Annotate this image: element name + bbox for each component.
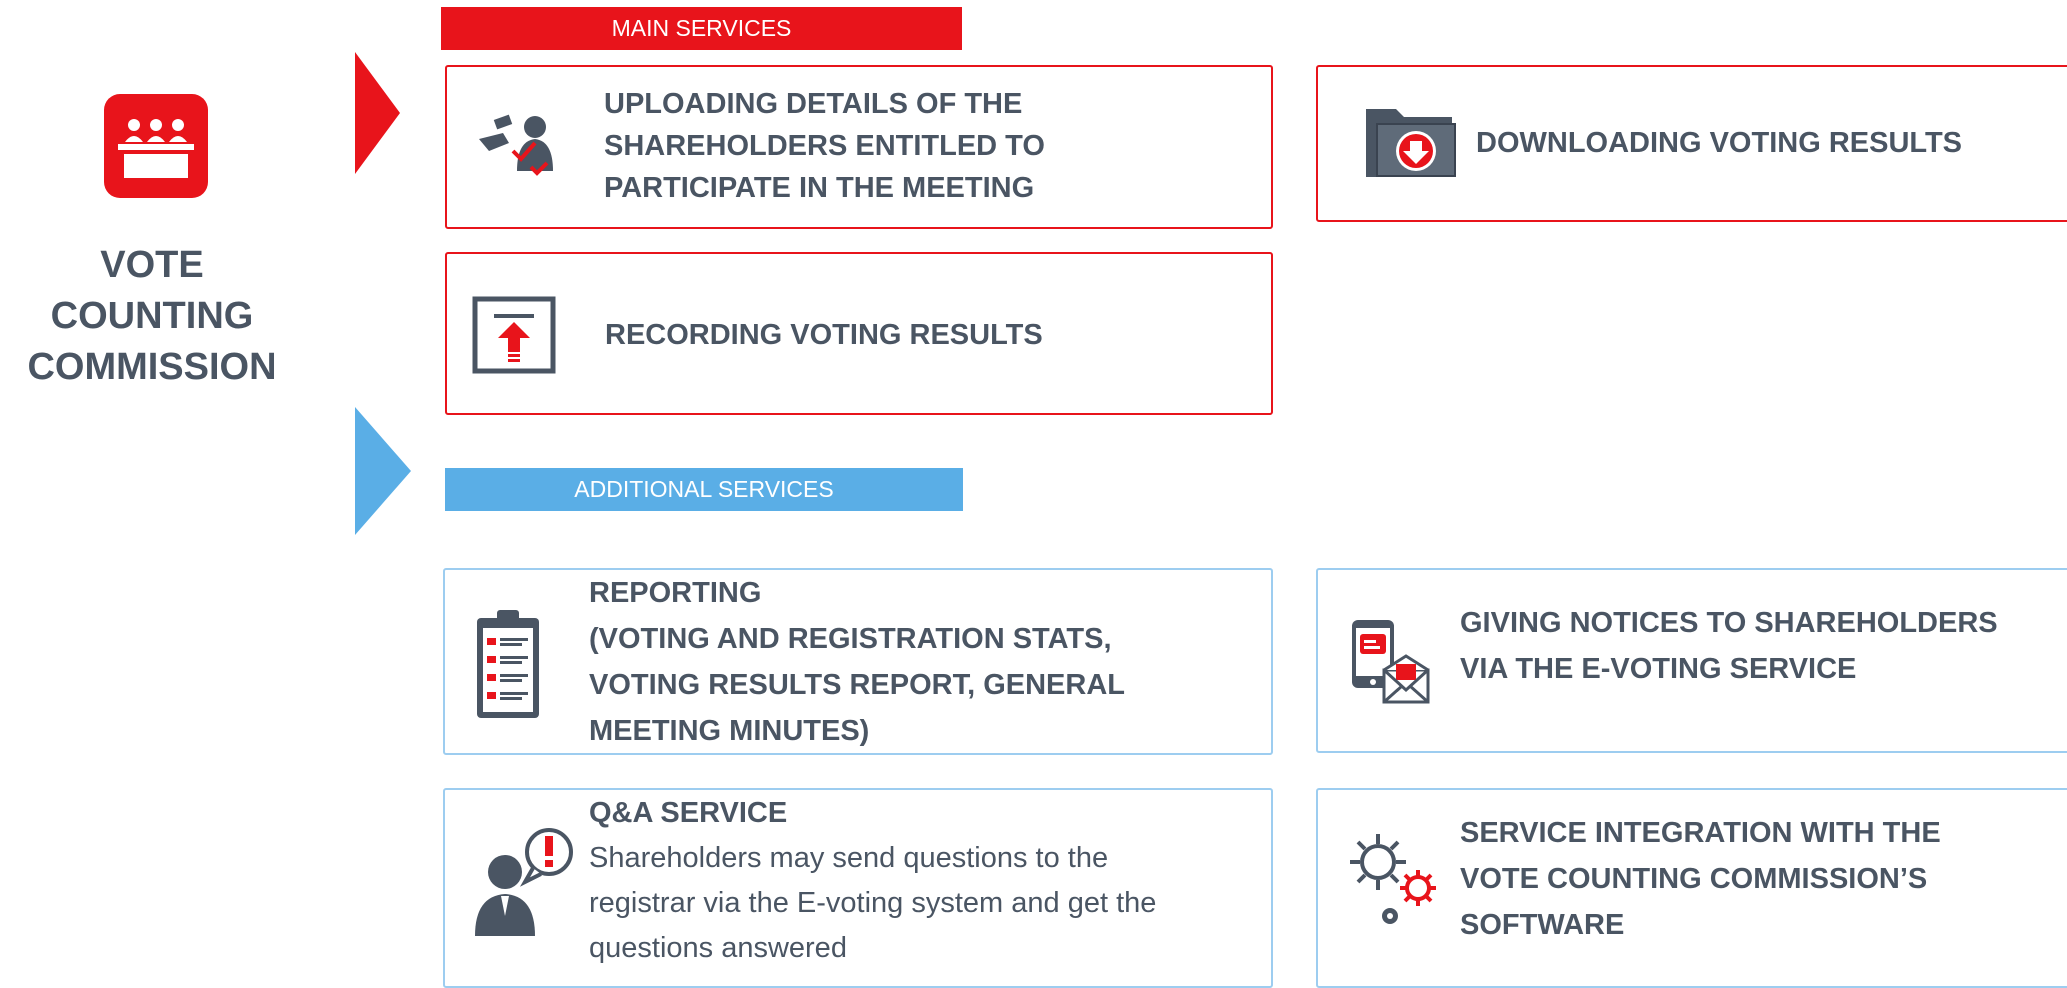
- card-recording-results: RECORDING VOTING RESULTS: [445, 252, 1273, 415]
- card-line: VOTE COUNTING COMMISSION’S: [1460, 863, 1928, 895]
- card-title: Q&A SERVICE: [589, 797, 788, 829]
- clipboard-report-icon: [475, 608, 541, 725]
- card-service-integration: SERVICE INTEGRATION WITH THE VOTE COUNTI…: [1316, 788, 2067, 988]
- card-line: SERVICE INTEGRATION WITH THE: [1460, 817, 1941, 849]
- upload-shareholders-icon: [473, 109, 557, 186]
- main-services-header: MAIN SERVICES: [441, 7, 962, 50]
- card-line: registrar via the E-voting system and ge…: [589, 887, 1157, 919]
- card-downloading-results: DOWNLOADING VOTING RESULTS: [1316, 65, 2067, 222]
- upload-box-icon: [472, 296, 556, 379]
- vote-counting-commission-title: VOTE COUNTING COMMISSION: [27, 244, 277, 388]
- card-giving-notices: GIVING NOTICES TO SHAREHOLDERS VIA THE E…: [1316, 568, 2067, 753]
- card-line: RECORDING VOTING RESULTS: [605, 319, 1043, 351]
- card-line: GIVING NOTICES TO SHAREHOLDERS: [1460, 607, 1998, 639]
- card-line: UPLOADING DETAILS OF THE: [604, 88, 1023, 120]
- card-qa-service: Q&A SERVICE Shareholders may send questi…: [443, 788, 1273, 988]
- card-title: REPORTING: [589, 577, 762, 609]
- card-line: VOTING RESULTS REPORT, GENERAL: [589, 669, 1126, 701]
- card-line: DOWNLOADING VOTING RESULTS: [1476, 127, 1963, 159]
- card-line: SHAREHOLDERS ENTITLED TO: [604, 130, 1045, 162]
- card-line: MEETING MINUTES): [589, 715, 870, 747]
- card-reporting: REPORTING (VOTING AND REGISTRATION STATS…: [443, 568, 1273, 755]
- additional-services-arrow: [355, 407, 411, 535]
- gears-icon: [1344, 826, 1448, 941]
- card-line: Shareholders may send questions to the: [589, 842, 1109, 874]
- card-uploading-shareholders: UPLOADING DETAILS OF THE SHAREHOLDERS EN…: [445, 65, 1273, 229]
- download-folder-icon: [1362, 101, 1458, 186]
- additional-services-header: ADDITIONAL SERVICES: [445, 468, 963, 511]
- card-line: questions answered: [589, 932, 847, 964]
- card-line: SOFTWARE: [1460, 909, 1625, 941]
- main-services-arrow: [355, 52, 400, 174]
- card-line: VIA THE E-VOTING SERVICE: [1460, 653, 1857, 685]
- person-question-icon: [471, 826, 575, 943]
- card-line: PARTICIPATE IN THE MEETING: [604, 172, 1035, 204]
- vote-counting-commission-icon: [104, 94, 208, 198]
- phone-envelope-icon: [1350, 618, 1430, 709]
- card-line: (VOTING AND REGISTRATION STATS,: [589, 623, 1112, 655]
